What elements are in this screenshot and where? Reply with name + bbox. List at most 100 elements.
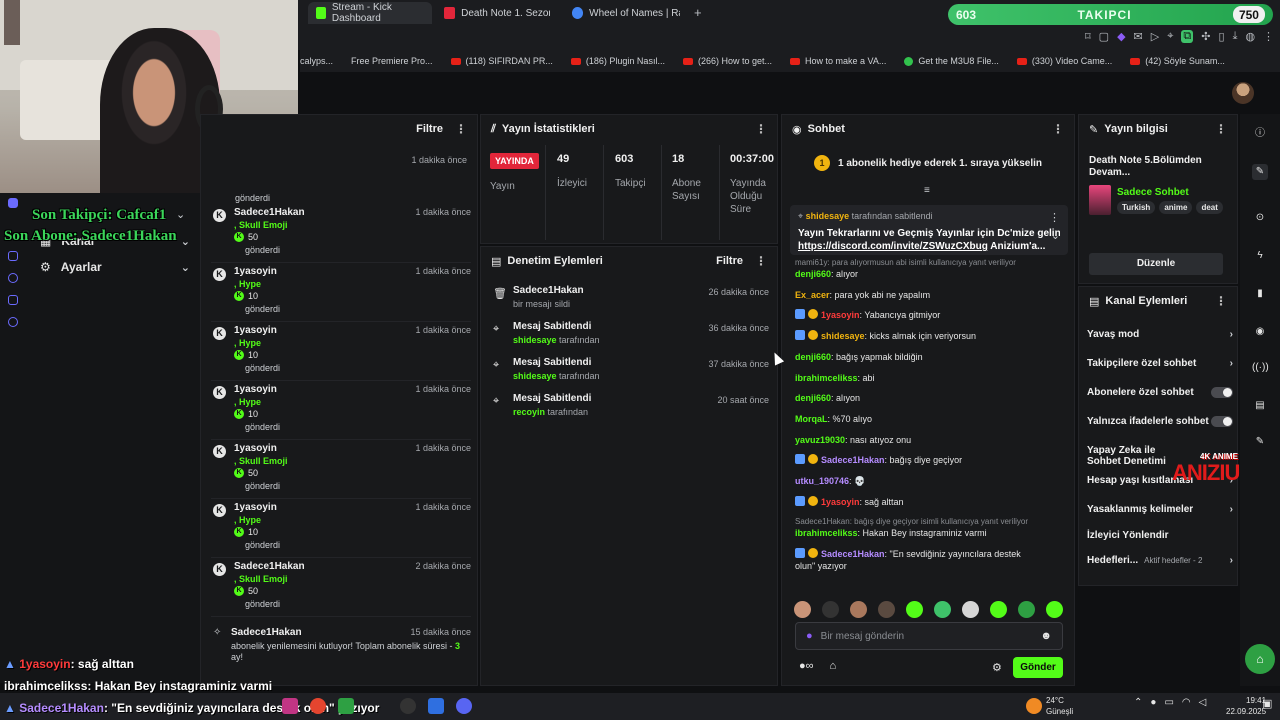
emoji-icon[interactable]: ☻ [1040, 630, 1052, 642]
chat-icon[interactable]: ◉ [1252, 324, 1268, 340]
microphone-icon[interactable]: ● [806, 630, 813, 642]
emote-item[interactable] [794, 601, 811, 618]
chevron-up-icon[interactable]: ⌃ [1134, 697, 1142, 708]
category-link[interactable]: Sadece Sohbet [1117, 187, 1189, 198]
more-icon[interactable]: ⋮ [755, 254, 767, 268]
gear-icon[interactable]: ⚙ [992, 661, 1002, 674]
chat-username[interactable]: Ex_acer [795, 290, 830, 300]
microphone-icon[interactable]: ● [1150, 697, 1156, 708]
bookmark-item[interactable]: (118) SIFIRDAN PR... [450, 56, 553, 66]
people-icon[interactable] [8, 295, 18, 305]
discord-icon[interactable] [456, 698, 472, 714]
tag-chip[interactable]: anime [1159, 201, 1193, 214]
clock-icon[interactable] [8, 273, 18, 283]
emote-item[interactable] [1018, 601, 1035, 618]
channel-action-item[interactable]: Yalnızca ifadelerle sohbet [1087, 416, 1233, 427]
bookmark-icon[interactable]: ⌑ [1085, 30, 1091, 43]
edit-button[interactable]: Düzenle [1089, 253, 1223, 275]
new-tab-button[interactable]: + [694, 5, 702, 20]
tag-chip[interactable]: deat [1196, 201, 1223, 214]
emote-item[interactable] [934, 601, 951, 618]
steam-icon[interactable] [428, 698, 444, 714]
pinned-link[interactable]: https://discord.com/invite/ZSWuzCXbug [798, 241, 988, 252]
chat-username[interactable]: denji660 [795, 269, 831, 279]
filter-button[interactable]: Filtre [416, 123, 443, 135]
channel-action-item[interactable]: Hedefleri... Aktif hedefler - 2 › [1087, 555, 1233, 566]
bookmark-item[interactable]: (266) How to get... [682, 56, 772, 66]
weather-widget[interactable]: 24°C Güneşli [1046, 695, 1073, 717]
bookmark-item[interactable]: calyps... [300, 56, 333, 66]
screenshot-icon[interactable]: ▢ [1099, 30, 1109, 43]
twitch-icon[interactable] [8, 198, 18, 208]
chevron-down-icon[interactable]: ⌄ [176, 208, 185, 221]
chat-username[interactable]: yavuz19030 [795, 435, 845, 445]
emote-item[interactable] [1046, 601, 1063, 618]
pinned-message[interactable]: ⌖ shidesaye tarafından sabitlendi Yayın … [790, 205, 1068, 255]
bookmark-icon[interactable] [8, 251, 18, 261]
extension-icon[interactable]: ⧉ [1181, 30, 1194, 43]
kicks-icon[interactable]: ●∞ [799, 660, 814, 672]
toggle-switch[interactable] [1211, 416, 1233, 427]
chevron-down-icon[interactable]: ⌄ [1051, 229, 1060, 242]
emote-item[interactable] [962, 601, 979, 618]
more-icon[interactable]: ⋮ [1263, 30, 1274, 43]
mail-icon[interactable]: ✉ [1134, 30, 1143, 43]
channel-action-item[interactable]: Yasaklanmış kelimeler › [1087, 504, 1233, 515]
taskbar-clock[interactable]: 19:41 22.09.2025 [1226, 695, 1266, 717]
emote-item[interactable] [822, 601, 839, 618]
scroll-handle-icon[interactable]: ≡ [924, 185, 930, 196]
help-button[interactable]: ⌂ [1245, 644, 1275, 674]
chrome-icon[interactable] [310, 698, 326, 714]
chat-username[interactable]: 1yasoyin [821, 497, 860, 507]
profile-icon[interactable]: ◍ [1245, 30, 1255, 43]
emote-item[interactable] [850, 601, 867, 618]
chat-username[interactable]: shidesaye [821, 331, 865, 341]
bookmark-item[interactable]: How to make a VA... [790, 56, 886, 66]
obs-icon[interactable] [400, 698, 416, 714]
bookmark-item[interactable]: Get the M3U8 File... [904, 56, 999, 66]
tab-death-note[interactable]: Death Note 1. Sezon 5. B [436, 2, 558, 24]
document-icon[interactable]: ▮ [1252, 286, 1268, 302]
tab-kick-dashboard[interactable]: Stream - Kick Dashboard [308, 2, 432, 24]
more-icon[interactable]: ⋮ [1052, 122, 1064, 136]
toggle-switch[interactable] [1211, 387, 1233, 398]
emote-item[interactable] [906, 601, 923, 618]
more-icon[interactable]: ⋮ [1215, 122, 1227, 136]
more-icon[interactable]: ⋮ [455, 122, 467, 136]
chat-username[interactable]: denji660 [795, 393, 831, 403]
more-icon[interactable]: ⋮ [1049, 211, 1060, 224]
wifi-icon[interactable]: ◠ [1182, 697, 1191, 708]
chat-username[interactable]: ibrahimcelikss [795, 373, 858, 383]
chat-username[interactable]: utku_190746 [795, 476, 849, 486]
bookmark-item[interactable]: Free Premiere Pro... [351, 56, 433, 66]
info-icon[interactable]: ⓘ [1252, 126, 1268, 142]
channel-action-item[interactable]: İzleyici Yönlendir [1087, 530, 1233, 541]
more-icon[interactable]: ⋮ [755, 122, 767, 136]
filter-button[interactable]: Filtre [716, 255, 743, 267]
gift-leaderboard-banner[interactable]: 1 1 abonelik hediye ederek 1. sıraya yük… [782, 145, 1074, 181]
more-icon[interactable]: ⋮ [1215, 294, 1227, 308]
display-icon[interactable]: ▭ [1164, 697, 1173, 708]
tag-chip[interactable]: Turkish [1117, 201, 1156, 214]
puzzle-icon[interactable]: ✣ [1201, 30, 1210, 43]
whatsapp-icon[interactable] [338, 698, 354, 714]
avatar[interactable] [1232, 82, 1254, 104]
chat-username[interactable]: Sadece1Hakan [821, 455, 885, 465]
chat-username[interactable]: Sadece1Hakan [821, 549, 885, 559]
sidebar-icon[interactable]: ▯ [1219, 30, 1225, 43]
bookmark-item[interactable]: (42) Söyle Sunam... [1130, 56, 1225, 66]
download-icon[interactable]: ⤓ [1233, 30, 1238, 43]
channel-action-item[interactable]: Takipçilere özel sohbet › [1087, 358, 1233, 369]
pin-icon[interactable]: ⌖ [1167, 30, 1173, 43]
chat-username[interactable]: MorqaL [795, 414, 828, 424]
pencil-icon[interactable]: ✎ [1252, 164, 1268, 180]
emote-item[interactable] [990, 601, 1007, 618]
channel-action-item[interactable]: Yavaş mod › [1087, 329, 1233, 340]
volume-icon[interactable]: ◁ [1199, 697, 1207, 708]
bookmark-item[interactable]: (330) Video Came... [1016, 56, 1112, 66]
wrench-icon[interactable]: ✎ [1252, 434, 1268, 450]
chat-username[interactable]: denji660 [795, 352, 831, 362]
notification-icon[interactable]: ▣ [1262, 697, 1272, 710]
lightning-icon[interactable]: ϟ [1252, 248, 1268, 264]
channel-action-item[interactable]: Abonelere özel sohbet [1087, 387, 1233, 398]
